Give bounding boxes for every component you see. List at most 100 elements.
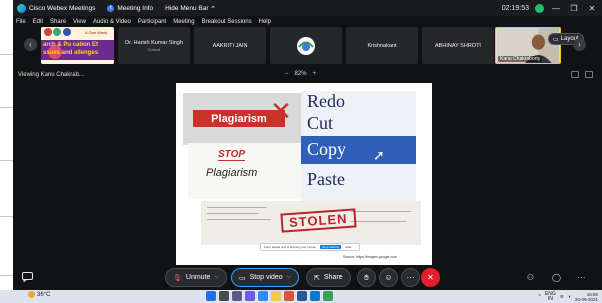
close-button[interactable]: ✕ bbox=[586, 2, 598, 14]
share-screen-icon: ⇱ bbox=[314, 274, 320, 282]
screen-sharing-notice: Kanu added and is sharing your screen St… bbox=[260, 243, 360, 251]
chat-panel-button[interactable]: ◯ bbox=[551, 272, 562, 283]
menu-cut-text: Cut bbox=[307, 113, 334, 133]
strip-next-button[interactable]: › bbox=[573, 38, 586, 51]
webex-taskbar-icon[interactable] bbox=[310, 291, 320, 301]
participant-tile[interactable]: ABHINAY SHROTI bbox=[422, 27, 494, 64]
chevron-up-icon: ^ bbox=[211, 4, 215, 12]
file-explorer-icon[interactable] bbox=[271, 291, 281, 301]
viewing-label: Viewing Kanu Chakrab... bbox=[18, 72, 84, 78]
webex-meeting-window: Cisco Webex Meetings i Meeting Info Hide… bbox=[13, 0, 602, 290]
plagiarism-handwritten: Plagiarism bbox=[206, 167, 258, 179]
ellipsis-icon: ··· bbox=[577, 273, 586, 282]
meeting-info-button[interactable]: i Meeting Info bbox=[107, 4, 154, 12]
chevron-right-icon: › bbox=[578, 40, 581, 49]
speaker-name-caption: Kanu Chakraborty bbox=[498, 56, 543, 62]
sharing-notice-text: Kanu added and is sharing your screen bbox=[264, 245, 317, 249]
zoom-level: 82% bbox=[294, 71, 307, 77]
shared-content-thumbnail[interactable]: A One Week arch & Pu cation Et ssues and… bbox=[41, 27, 114, 64]
video-camera-icon: ▭ bbox=[239, 274, 246, 282]
stolen-stamp: STOLEN bbox=[280, 208, 357, 233]
menu-share[interactable]: Share bbox=[50, 19, 66, 25]
word-icon[interactable] bbox=[297, 291, 307, 301]
edge-icon[interactable] bbox=[258, 291, 268, 301]
meeting-info-label: Meeting Info bbox=[117, 4, 154, 12]
hide-notice-button: Hide bbox=[345, 245, 352, 249]
wifi-icon[interactable]: ≋ bbox=[560, 294, 564, 300]
strip-previous-button[interactable]: ‹ bbox=[24, 38, 37, 51]
menu-paste-text: Paste bbox=[307, 169, 345, 189]
tray-chevron-icon[interactable]: ^ bbox=[539, 294, 541, 300]
stop-sharing-button: Stop sharing bbox=[320, 245, 342, 249]
app-icon[interactable] bbox=[323, 291, 333, 301]
sun-icon bbox=[28, 291, 35, 298]
menu-participant[interactable]: Participant bbox=[138, 19, 166, 25]
reactions-button[interactable]: ☺ bbox=[379, 268, 398, 287]
connection-status-icon bbox=[535, 3, 544, 13]
flyer-line-1: A One Week bbox=[85, 30, 108, 35]
zoom-in-button[interactable]: + bbox=[313, 71, 317, 77]
unmute-button[interactable]: 🎙︎ Unmute ⌵ bbox=[165, 268, 227, 287]
clock-date: 20-09-2021 bbox=[574, 296, 598, 302]
background-document-edge bbox=[0, 0, 13, 290]
weather-widget[interactable]: 36°C bbox=[28, 291, 50, 298]
chat-bubble-icon: ◯ bbox=[552, 273, 561, 282]
stolen-document-image: STOLEN bbox=[201, 201, 421, 245]
menu-view[interactable]: View bbox=[73, 19, 86, 25]
chrome-icon[interactable] bbox=[284, 291, 294, 301]
menu-edit[interactable]: Edit bbox=[33, 19, 43, 25]
image-source-credit: Source: https://images.google.com bbox=[343, 255, 397, 259]
participant-tile[interactable]: Dr. Harish Kumar Singh Cohost bbox=[118, 27, 190, 64]
language-region: IN bbox=[547, 295, 553, 302]
hide-menu-bar-button[interactable]: Hide Menu Bar ^ bbox=[165, 5, 214, 12]
clock[interactable]: 16:50 20-09-2021 bbox=[575, 292, 598, 302]
webex-logo-icon bbox=[17, 3, 26, 13]
participants-panel-button[interactable]: ⚇ bbox=[525, 272, 536, 283]
raise-hand-button[interactable]: ✋︎ bbox=[357, 268, 376, 287]
more-options-button[interactable]: ··· bbox=[401, 268, 420, 287]
participant-tile[interactable]: AAKRITI JAIN bbox=[194, 27, 266, 64]
participants-icon: ⚇ bbox=[526, 273, 535, 282]
minimize-button[interactable]: — bbox=[550, 2, 562, 14]
start-icon[interactable] bbox=[206, 291, 216, 301]
speaker-icon[interactable]: ◖ bbox=[568, 294, 571, 300]
menu-bar: File Edit Share View Audio & Video Parti… bbox=[13, 16, 602, 27]
stop-text: STOP bbox=[218, 149, 246, 161]
cursor-arrow-icon: ➚ bbox=[373, 147, 385, 163]
zoom-out-button[interactable]: − bbox=[285, 71, 289, 77]
menu-file[interactable]: File bbox=[16, 19, 26, 25]
taskbar-apps bbox=[206, 291, 333, 301]
participant-name: Dr. Harish Kumar Singh bbox=[125, 39, 183, 46]
more-panels-button[interactable]: ··· bbox=[576, 272, 587, 283]
search-icon[interactable] bbox=[219, 291, 229, 301]
fullscreen-icon[interactable] bbox=[585, 71, 593, 78]
participant-tile[interactable] bbox=[270, 27, 342, 64]
menu-breakout-sessions[interactable]: Breakout Sessions bbox=[202, 19, 252, 25]
edit-menu-image: Redo Cut Copy ➚ Paste bbox=[301, 91, 416, 201]
stop-video-button[interactable]: ▭ Stop video ⌵ bbox=[231, 268, 300, 287]
language-indicator[interactable]: ENG IN bbox=[545, 291, 556, 302]
menu-help[interactable]: Help bbox=[259, 19, 271, 25]
stop-video-label: Stop video bbox=[249, 274, 283, 281]
plagiarism-image: Plagiarism ✕ bbox=[183, 93, 301, 145]
share-button[interactable]: ⇱ Share bbox=[306, 268, 351, 287]
popout-icon[interactable] bbox=[571, 71, 579, 78]
leave-meeting-button[interactable]: ✕ bbox=[421, 268, 440, 287]
menu-audio-video[interactable]: Audio & Video bbox=[93, 19, 131, 25]
share-view-bar: Viewing Kanu Chakrab... − 82% + bbox=[13, 70, 602, 80]
meeting-controls-bar: 🎙︎ Unmute ⌵ ▭ Stop video ⌵ ⇱ Share ✋︎ ☺ … bbox=[13, 265, 602, 290]
chevron-left-icon: ‹ bbox=[29, 40, 32, 49]
menu-meeting[interactable]: Meeting bbox=[173, 19, 194, 25]
task-view-icon[interactable] bbox=[232, 291, 242, 301]
menu-redo-text: Redo bbox=[307, 91, 345, 111]
app-title: Cisco Webex Meetings bbox=[17, 3, 95, 13]
flyer-line-2: arch & Pu cation Et bbox=[43, 42, 99, 48]
chevron-down-icon: ⌵ bbox=[214, 274, 219, 280]
x-mark-icon: ✕ bbox=[270, 96, 292, 126]
teams-chat-icon[interactable] bbox=[245, 291, 255, 301]
close-icon: ✕ bbox=[427, 273, 434, 282]
microphone-muted-icon: 🎙︎ bbox=[173, 274, 182, 282]
chat-icon[interactable] bbox=[22, 272, 33, 282]
participant-tile[interactable]: Krishnakant bbox=[346, 27, 418, 64]
restore-button[interactable]: ❐ bbox=[568, 2, 580, 14]
